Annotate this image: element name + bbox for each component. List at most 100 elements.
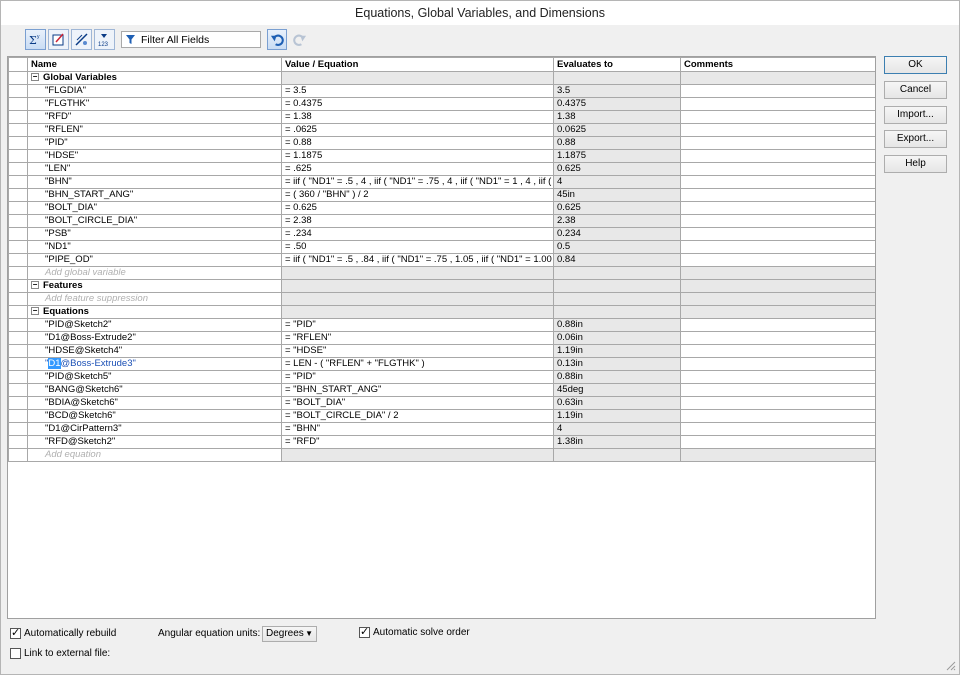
table-row[interactable]: "BHN" = iif ( "ND1" = .5 , 4 , iif ( "ND1… xyxy=(8,175,875,189)
table-row[interactable]: "FLGDIA" = 3.5 3.5 xyxy=(8,84,875,98)
ok-button[interactable]: OK xyxy=(884,56,947,74)
table-row[interactable]: "PID@Sketch2" = "PID" 0.88in xyxy=(8,318,875,332)
table-row[interactable]: "FLGTHK" = 0.4375 0.4375 xyxy=(8,97,875,111)
row-comment[interactable] xyxy=(680,357,875,371)
table-row[interactable]: "BANG@Sketch6" = "BHN_START_ANG" 45deg xyxy=(8,383,875,397)
comments-column-header[interactable]: Comments xyxy=(680,57,875,72)
collapse-icon[interactable]: − xyxy=(31,307,39,316)
table-row[interactable]: "RFLEN" = .0625 0.0625 xyxy=(8,123,875,137)
table-row[interactable]: "BOLT_DIA" = 0.625 0.625 xyxy=(8,201,875,215)
ordered-view-icon[interactable]: 123 xyxy=(94,29,115,50)
table-row[interactable]: "PSB" = .234 0.234 xyxy=(8,227,875,241)
row-comment[interactable] xyxy=(680,97,875,111)
row-value[interactable]: = iif ( "ND1" = .5 , 4 , iif ( "ND1" = .… xyxy=(281,175,554,189)
row-value[interactable]: = .234 xyxy=(281,227,554,241)
dimension-view-icon[interactable] xyxy=(71,29,92,50)
auto-rebuild-checkbox[interactable] xyxy=(10,626,21,639)
row-comment[interactable] xyxy=(680,435,875,449)
value-column-header[interactable]: Value / Equation xyxy=(281,57,554,72)
row-comment[interactable] xyxy=(680,188,875,202)
row-value[interactable]: = "RFLEN" xyxy=(281,331,554,345)
row-comment[interactable] xyxy=(680,84,875,98)
row-value[interactable]: = "BHN" xyxy=(281,422,554,436)
row-comment[interactable] xyxy=(680,240,875,254)
table-row[interactable]: "LEN" = .625 0.625 xyxy=(8,162,875,176)
table-row-selected[interactable]: "D1@Boss-Extrude3" = LEN - ( "RFLEN" + "… xyxy=(8,357,875,371)
auto-solve-checkbox[interactable] xyxy=(359,625,370,638)
row-comment[interactable] xyxy=(680,136,875,150)
row-name-editing[interactable]: "D1@Boss-Extrude3" xyxy=(31,358,136,370)
add-equation-row[interactable]: Add equation xyxy=(8,448,875,462)
row-value[interactable]: = .50 xyxy=(281,240,554,254)
angular-units-select[interactable]: Degrees ▼ xyxy=(262,626,317,642)
row-comment[interactable] xyxy=(680,396,875,410)
row-comment[interactable] xyxy=(680,162,875,176)
row-value[interactable]: = ( 360 / "BHN" ) / 2 xyxy=(281,188,554,202)
table-row[interactable]: "BCD@Sketch6" = "BOLT_CIRCLE_DIA" / 2 1.19… xyxy=(8,409,875,423)
table-row[interactable]: "RFD@Sketch2" = "RFD" 1.38in xyxy=(8,435,875,449)
row-comment[interactable] xyxy=(680,370,875,384)
row-comment[interactable] xyxy=(680,110,875,124)
row-comment[interactable] xyxy=(680,227,875,241)
row-value[interactable]: = 2.38 xyxy=(281,214,554,228)
row-comment[interactable] xyxy=(680,318,875,332)
export-button[interactable]: Export... xyxy=(884,130,947,148)
row-comment[interactable] xyxy=(680,331,875,345)
resize-grip-icon[interactable] xyxy=(944,659,956,671)
table-row[interactable]: "RFD" = 1.38 1.38 xyxy=(8,110,875,124)
row-value[interactable]: = "BHN_START_ANG" xyxy=(281,383,554,397)
table-row[interactable]: "HDSE" = 1.1875 1.1875 xyxy=(8,149,875,163)
row-comment[interactable] xyxy=(680,175,875,189)
auto-rebuild-option[interactable]: Automatically rebuild xyxy=(10,626,116,639)
evaluates-column-header[interactable]: Evaluates to xyxy=(553,57,681,72)
filter-input[interactable]: Filter All Fields xyxy=(121,31,261,48)
row-value[interactable]: = "RFD" xyxy=(281,435,554,449)
section-global-variables[interactable]: − Global Variables xyxy=(8,71,875,85)
table-row[interactable]: "BOLT_CIRCLE_DIA" = 2.38 2.38 xyxy=(8,214,875,228)
auto-solve-option[interactable]: Automatic solve order xyxy=(359,625,470,638)
row-value[interactable]: = 0.88 xyxy=(281,136,554,150)
equation-view-icon[interactable]: Σy xyxy=(25,29,46,50)
row-value[interactable]: = 1.38 xyxy=(281,110,554,124)
collapse-icon[interactable]: − xyxy=(31,281,39,290)
undo-icon[interactable] xyxy=(267,29,287,50)
table-row[interactable]: "PIPE_OD" = iif ( "ND1" = .5 , .84 , iif … xyxy=(8,253,875,267)
link-external-checkbox[interactable] xyxy=(10,648,21,659)
link-external-option[interactable]: Link to external file: xyxy=(10,648,110,659)
name-column-header[interactable]: Name xyxy=(27,57,282,72)
row-value[interactable]: = 0.625 xyxy=(281,201,554,215)
add-feature-suppression-row[interactable]: Add feature suppression xyxy=(8,292,875,306)
sketch-equation-icon[interactable] xyxy=(48,29,69,50)
help-button[interactable]: Help xyxy=(884,155,947,173)
table-row[interactable]: "PID@Sketch5" = "PID" 0.88in xyxy=(8,370,875,384)
table-row[interactable]: "ND1" = .50 0.5 xyxy=(8,240,875,254)
row-value[interactable]: = "BOLT_DIA" xyxy=(281,396,554,410)
row-value[interactable]: = "BOLT_CIRCLE_DIA" / 2 xyxy=(281,409,554,423)
row-comment[interactable] xyxy=(680,214,875,228)
row-comment[interactable] xyxy=(680,253,875,267)
row-value[interactable]: = "PID" xyxy=(281,318,554,332)
table-row[interactable]: "BHN_START_ANG" = ( 360 / "BHN" ) / 2 45in xyxy=(8,188,875,202)
table-row[interactable]: "PID" = 0.88 0.88 xyxy=(8,136,875,150)
import-button[interactable]: Import... xyxy=(884,106,947,124)
table-row[interactable]: "HDSE@Sketch4" = "HDSE" 1.19in xyxy=(8,344,875,358)
table-row[interactable]: "D1@CirPattern3" = "BHN" 4 xyxy=(8,422,875,436)
row-value[interactable]: = "PID" xyxy=(281,370,554,384)
row-value[interactable]: = iif ( "ND1" = .5 , .84 , iif ( "ND1" =… xyxy=(281,253,554,267)
row-value[interactable]: = 3.5 xyxy=(281,84,554,98)
row-value[interactable]: = .625 xyxy=(281,162,554,176)
table-row[interactable]: "BDIA@Sketch6" = "BOLT_DIA" 0.63in xyxy=(8,396,875,410)
row-comment[interactable] xyxy=(680,201,875,215)
row-value[interactable]: = "HDSE" xyxy=(281,344,554,358)
row-comment[interactable] xyxy=(680,383,875,397)
section-features[interactable]: − Features xyxy=(8,279,875,293)
redo-icon[interactable] xyxy=(290,29,310,50)
section-equations[interactable]: − Equations xyxy=(8,305,875,319)
add-global-variable-row[interactable]: Add global variable xyxy=(8,266,875,280)
row-value[interactable]: = 0.4375 xyxy=(281,97,554,111)
row-value[interactable]: = LEN - ( "RFLEN" + "FLGTHK" ) xyxy=(281,357,554,371)
cancel-button[interactable]: Cancel xyxy=(884,81,947,99)
row-comment[interactable] xyxy=(680,409,875,423)
row-comment[interactable] xyxy=(680,344,875,358)
row-comment[interactable] xyxy=(680,149,875,163)
